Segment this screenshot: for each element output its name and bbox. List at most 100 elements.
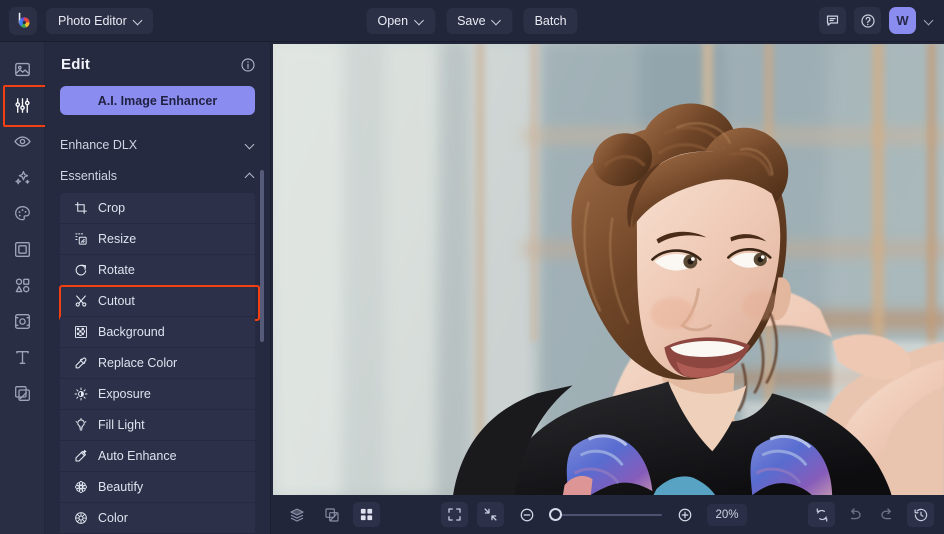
tool-crop[interactable]: Crop <box>60 193 255 224</box>
tool-replace-color-label: Replace Color <box>98 356 177 370</box>
info-circle-icon <box>240 57 256 73</box>
text-icon <box>13 348 32 367</box>
section-enhance-dlx[interactable]: Enhance DLX <box>60 129 255 160</box>
section-essentials[interactable]: Essentials <box>60 160 255 191</box>
redo-button[interactable] <box>874 502 901 527</box>
magic-wand-icon <box>73 449 88 464</box>
actual-size-button[interactable] <box>477 502 504 527</box>
sidebar-item-frames[interactable] <box>4 232 40 266</box>
flower-icon <box>73 480 88 495</box>
save-button-label: Save <box>457 14 486 28</box>
save-button[interactable]: Save <box>446 8 513 34</box>
tool-replace-color[interactable]: Replace Color <box>60 348 255 379</box>
sidebar-item-photos[interactable] <box>4 52 40 86</box>
history-controls <box>808 502 934 527</box>
mask-icon <box>13 312 32 331</box>
compare-icon <box>324 507 340 523</box>
tool-rotate[interactable]: Rotate <box>60 255 255 286</box>
topbar-left-group: Photo Editor <box>0 7 153 35</box>
chevron-down-icon <box>493 16 502 25</box>
panel-info-button[interactable] <box>240 57 256 73</box>
colorwheel-logo-icon <box>14 11 33 30</box>
fit-to-screen-button[interactable] <box>441 502 468 527</box>
help-button[interactable] <box>854 7 881 34</box>
batch-button[interactable]: Batch <box>524 8 578 34</box>
app-switcher-label: Photo Editor <box>58 14 127 28</box>
sidebar-item-text[interactable] <box>4 340 40 374</box>
app-switcher-menu[interactable]: Photo Editor <box>46 8 153 34</box>
edit-panel: Edit A.I. Image Enhancer Enhance DLX Ess… <box>45 42 271 534</box>
zoom-out-button[interactable] <box>513 502 540 527</box>
color-wheel-icon <box>73 511 88 526</box>
tool-list: Crop Resize <box>45 191 270 534</box>
sidebar-item-edit[interactable] <box>4 88 40 122</box>
canvas-stage: 20% <box>271 42 944 534</box>
tool-cutout[interactable]: Cutout <box>60 286 255 317</box>
chevron-down-icon <box>415 16 424 25</box>
reset-arrows-icon <box>814 507 830 523</box>
grid-view-toggle[interactable] <box>353 502 380 527</box>
tool-background-label: Background <box>98 325 165 339</box>
tool-exposure-label: Exposure <box>98 387 151 401</box>
layers-copy-icon <box>13 384 32 403</box>
ai-image-enhancer-label: A.I. Image Enhancer <box>98 94 217 108</box>
minus-circle-icon <box>519 507 535 523</box>
panel-scrollbar[interactable] <box>260 170 264 342</box>
undo-button[interactable] <box>841 502 868 527</box>
image-icon <box>13 60 32 79</box>
photo-canvas[interactable] <box>273 44 944 495</box>
ai-image-enhancer-button[interactable]: A.I. Image Enhancer <box>60 86 255 115</box>
tool-auto-enhance[interactable]: Auto Enhance <box>60 441 255 472</box>
app-logo-button[interactable] <box>9 7 37 35</box>
open-button[interactable]: Open <box>366 8 435 34</box>
sidebar-item-layers[interactable] <box>4 376 40 410</box>
tool-color[interactable]: Color <box>60 503 255 534</box>
zoom-slider[interactable] <box>549 508 662 522</box>
eyedropper-icon <box>73 356 88 371</box>
tool-beautify[interactable]: Beautify <box>60 472 255 503</box>
resize-icon <box>73 232 88 247</box>
fit-brackets-icon <box>447 507 462 522</box>
eye-icon <box>13 132 32 151</box>
chat-bubble-icon <box>825 13 840 28</box>
sidebar-item-effects[interactable] <box>4 160 40 194</box>
sidebar-item-overlays[interactable] <box>4 304 40 338</box>
zoom-level-value[interactable]: 20% <box>707 504 747 526</box>
sidebar-item-retouch[interactable] <box>4 124 40 158</box>
chevron-down-icon <box>925 16 934 25</box>
canvas-area[interactable] <box>271 42 944 495</box>
feedback-button[interactable] <box>819 7 846 34</box>
sparkle-icon <box>13 168 32 187</box>
page-title: Edit <box>61 56 90 73</box>
user-avatar[interactable]: W <box>889 7 916 34</box>
section-enhance-dlx-label: Enhance DLX <box>60 138 137 152</box>
layers-panel-toggle[interactable] <box>283 502 310 527</box>
reset-button[interactable] <box>808 502 835 527</box>
shapes-icon <box>13 276 32 295</box>
account-menu-button[interactable] <box>924 16 934 25</box>
tool-resize[interactable]: Resize <box>60 224 255 255</box>
batch-button-label: Batch <box>535 14 567 28</box>
tool-fill-light[interactable]: Fill Light <box>60 410 255 441</box>
layers-stack-icon <box>289 507 305 523</box>
shrink-arrows-icon <box>483 507 498 522</box>
open-button-label: Open <box>377 14 408 28</box>
help-circle-icon <box>860 13 876 29</box>
zoom-in-button[interactable] <box>671 502 698 527</box>
tool-rail <box>0 42 45 534</box>
sidebar-item-shapes[interactable] <box>4 268 40 302</box>
brightness-icon <box>73 387 88 402</box>
tool-resize-label: Resize <box>98 232 136 246</box>
tool-exposure[interactable]: Exposure <box>60 379 255 410</box>
tool-rotate-label: Rotate <box>98 263 135 277</box>
checkerboard-icon <box>73 325 88 340</box>
tool-color-label: Color <box>98 511 128 525</box>
topbar-right-group: W <box>819 7 944 34</box>
sidebar-item-paint[interactable] <box>4 196 40 230</box>
rotate-icon <box>73 263 88 278</box>
tool-background[interactable]: Background <box>60 317 255 348</box>
compare-toggle[interactable] <box>318 502 345 527</box>
zoom-controls: 20% <box>441 502 747 527</box>
history-button[interactable] <box>907 502 934 527</box>
zoom-slider-handle[interactable] <box>549 508 562 521</box>
